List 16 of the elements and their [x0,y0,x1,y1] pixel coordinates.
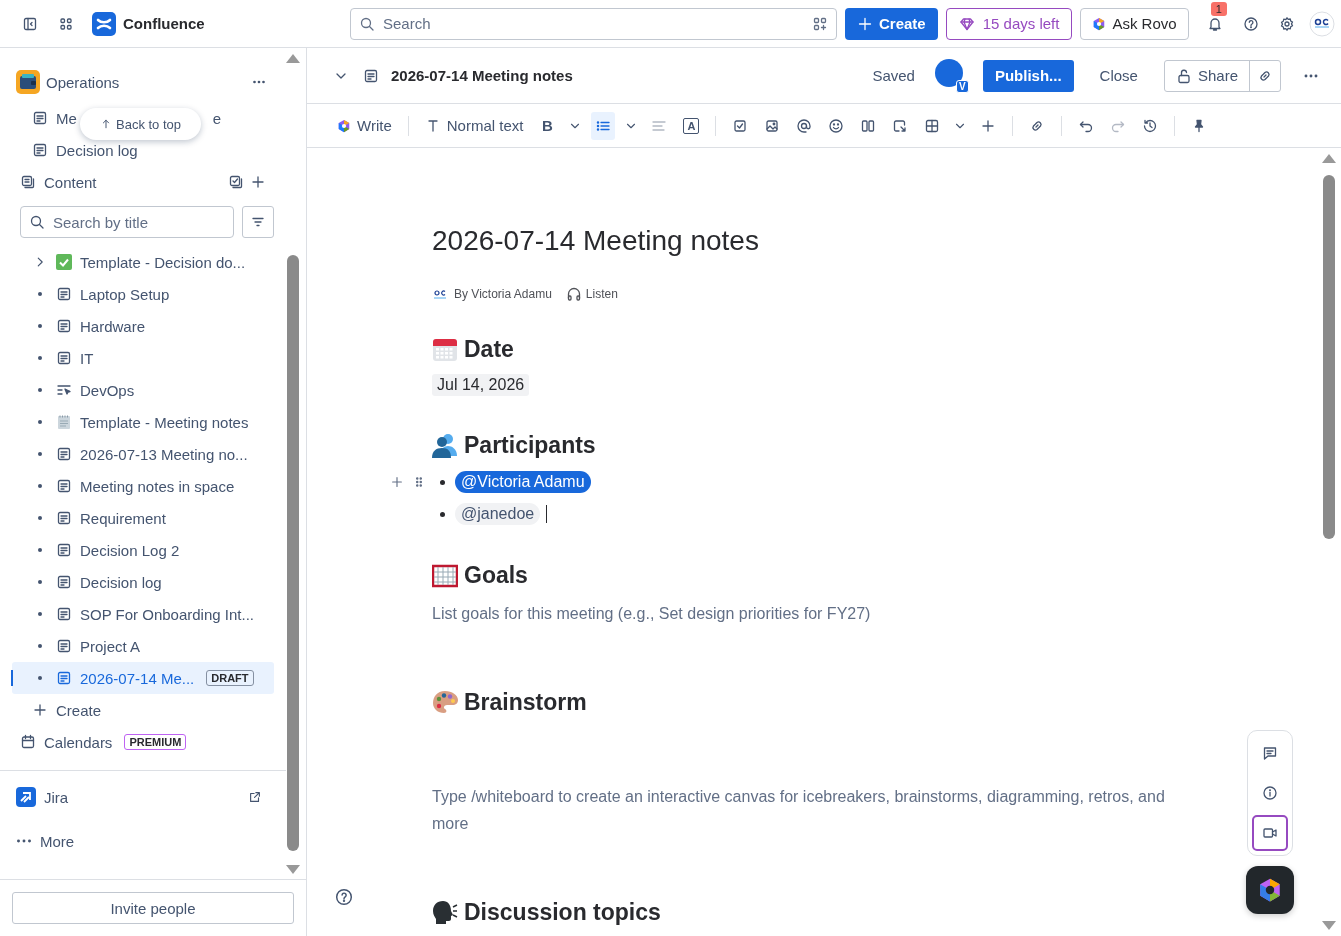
draft-badge: DRAFT [206,670,254,686]
save-status: Saved [872,67,915,84]
section-title: Content [44,173,97,191]
notification-count: 1 [1210,1,1227,16]
product-name: Confluence [123,15,205,32]
section-heading: Date [464,335,514,363]
byline: By Victoria Adamu [454,287,552,301]
document-title: 2026-07-14 Meeting notes [432,224,760,258]
section-heading: Goals [464,561,528,589]
premium-badge: PREMIUM [124,734,187,750]
placeholder-text: Type /whiteboard to create an interactive canvas for icebreakers, brainstorms, diagramming, retros, and more [432,787,1166,834]
section-heading: Brainstorm [464,688,587,716]
placeholder-text: List goals for this meeting (e.g., Set design priorities for FY27) [432,604,872,624]
page-title: 2026-07-14 Meeting notes [391,67,573,84]
section-heading: Discussion topics [464,898,661,926]
section-heading: Participants [464,431,596,459]
